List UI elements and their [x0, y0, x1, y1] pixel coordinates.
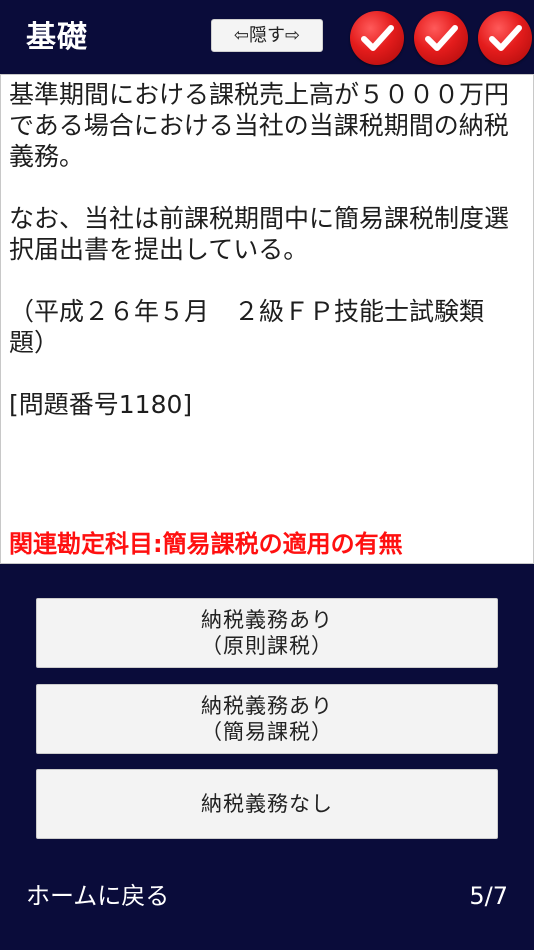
- question-text: 基準期間における課税売上高が５０００万円である場合における当社の当課税期間の納税…: [9, 80, 510, 419]
- answer-sublabel: （簡易課税）: [201, 720, 333, 744]
- check-icon[interactable]: [478, 11, 532, 65]
- answer-sublabel: （原則課税）: [201, 634, 333, 658]
- question-panel: 基準期間における課税売上高が５０００万円である場合における当社の当課税期間の納税…: [0, 74, 534, 564]
- answer-button-taxable-simplified[interactable]: 納税義務あり （簡易課税）: [36, 684, 498, 754]
- home-button[interactable]: ホームに戻る: [26, 878, 169, 914]
- answer-label: 納税義務あり: [201, 608, 333, 632]
- related-subject: 関連勘定科目:簡易課税の適用の有無: [9, 530, 403, 558]
- hide-button[interactable]: ⇦隠す⇨: [211, 19, 323, 52]
- page-title: 基礎: [26, 20, 88, 55]
- progress-counter: 5/7: [469, 882, 508, 910]
- answer-label: 納税義務あり: [201, 694, 333, 718]
- answer-label: 納税義務なし: [201, 792, 333, 816]
- answer-button-exempt[interactable]: 納税義務なし: [36, 769, 498, 839]
- check-icon[interactable]: [350, 11, 404, 65]
- answer-button-taxable-standard[interactable]: 納税義務あり （原則課税）: [36, 598, 498, 668]
- check-icon[interactable]: [414, 11, 468, 65]
